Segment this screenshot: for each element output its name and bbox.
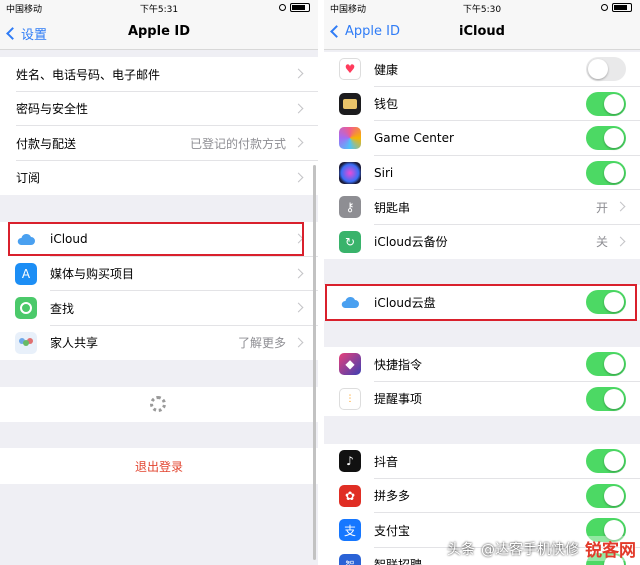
pinduoduo-icon: ✿	[339, 484, 361, 507]
scrollbar[interactable]	[313, 165, 316, 560]
chevron-right-icon	[293, 302, 304, 313]
navigation-bar: 设置 Apple ID	[0, 16, 318, 50]
family-sharing-icon	[15, 331, 37, 354]
douyin-toggle[interactable]	[586, 449, 626, 473]
apple-id-screen: 中国移动 下午5:31 设置 Apple ID 姓名、电话号码、电子邮件 密码与…	[0, 0, 318, 565]
alipay-icon: 支	[339, 519, 361, 541]
highlight-icloud-drive	[325, 284, 637, 321]
game-center-icon	[339, 127, 361, 149]
row-name-phone-email[interactable]: 姓名、电话号码、电子邮件	[0, 57, 318, 92]
status-bar: 中国移动 下午5:30	[324, 0, 640, 16]
chevron-right-icon	[293, 137, 304, 148]
row-media-purchases[interactable]: A 媒体与购买项目	[0, 257, 318, 292]
icloud-screen: 中国移动 下午5:30 Apple ID iCloud ♥ 健康 钱包 Game …	[324, 0, 640, 565]
orientation-lock-icon	[601, 4, 608, 11]
row-subscriptions[interactable]: 订阅	[0, 161, 318, 196]
status-time: 下午5:31	[139, 5, 179, 15]
health-icon: ♥	[339, 58, 361, 80]
chevron-right-icon	[293, 172, 304, 182]
page-title: Apple ID	[127, 24, 191, 39]
reminders-toggle[interactable]	[586, 386, 626, 411]
wallet-icon	[339, 92, 361, 115]
health-toggle[interactable]	[586, 57, 626, 81]
reminders-icon: ⋮	[339, 387, 361, 410]
row-game-center[interactable]: Game Center	[324, 121, 640, 156]
zhilian-icon: 智	[339, 553, 361, 565]
chevron-right-icon	[293, 103, 304, 113]
app-store-icon: A	[15, 262, 37, 285]
keychain-icon: ⚷	[339, 196, 361, 218]
game-center-toggle[interactable]	[586, 126, 626, 150]
sign-out-button[interactable]: 退出登录	[0, 448, 318, 484]
row-keychain[interactable]: ⚷ 钥匙串开	[324, 190, 640, 225]
loading-row	[0, 387, 318, 422]
row-family-sharing[interactable]: 家人共享 了解更多	[0, 326, 318, 361]
spinner-icon	[150, 396, 166, 412]
apps-group: ♥ 健康 钱包 Game Center Siri ⚷ 钥匙串开 ↻ iCloud云备份…	[324, 52, 640, 259]
account-group: 姓名、电话号码、电子邮件 密码与安全性 付款与配送 已登记的付款方式 订阅	[0, 57, 318, 195]
row-payment-shipping[interactable]: 付款与配送 已登记的付款方式	[0, 126, 318, 161]
row-pinduoduo[interactable]: ✿ 拼多多	[324, 479, 640, 514]
row-siri[interactable]: Siri	[324, 156, 640, 191]
status-time: 下午5:30	[462, 5, 502, 15]
chevron-right-icon	[615, 201, 626, 212]
page-title: iCloud	[459, 24, 505, 39]
chevron-right-icon	[293, 68, 304, 79]
douyin-icon: ♪	[339, 450, 361, 472]
row-reminders[interactable]: ⋮ 提醒事项	[324, 382, 640, 417]
row-find-my[interactable]: 查找	[0, 291, 318, 326]
battery-icon	[612, 3, 632, 12]
row-password-security[interactable]: 密码与安全性	[0, 92, 318, 127]
icloud-backup-icon: ↻	[339, 230, 361, 253]
row-icloud-backup[interactable]: ↻ iCloud云备份关	[324, 225, 640, 260]
row-douyin[interactable]: ♪ 抖音	[324, 444, 640, 479]
wallet-toggle[interactable]	[586, 91, 626, 116]
watermark: 头条 @达客手机快修 锐客网	[447, 536, 636, 561]
chevron-right-icon	[293, 268, 304, 278]
shortcuts-group: ◆ 快捷指令 ⋮ 提醒事项	[324, 347, 640, 416]
pinduoduo-toggle[interactable]	[586, 483, 626, 508]
row-shortcuts[interactable]: ◆ 快捷指令	[324, 347, 640, 382]
status-bar: 中国移动 下午5:31	[0, 0, 318, 16]
battery-icon	[290, 3, 310, 12]
watermark-brand: 锐客网	[585, 536, 636, 561]
shortcuts-toggle[interactable]	[586, 352, 626, 376]
row-wallet[interactable]: 钱包	[324, 87, 640, 122]
siri-icon	[339, 161, 361, 184]
chevron-right-icon	[293, 337, 304, 347]
find-my-icon	[15, 297, 37, 319]
highlight-icloud	[8, 222, 304, 256]
shortcuts-icon: ◆	[339, 353, 361, 375]
orientation-lock-icon	[279, 4, 286, 11]
navigation-bar: Apple ID iCloud	[324, 16, 640, 50]
screenshot: 中国移动 下午5:31 设置 Apple ID 姓名、电话号码、电子邮件 密码与…	[0, 0, 640, 565]
row-health[interactable]: ♥ 健康	[324, 52, 640, 87]
siri-toggle[interactable]	[586, 160, 626, 185]
chevron-right-icon	[615, 236, 626, 246]
